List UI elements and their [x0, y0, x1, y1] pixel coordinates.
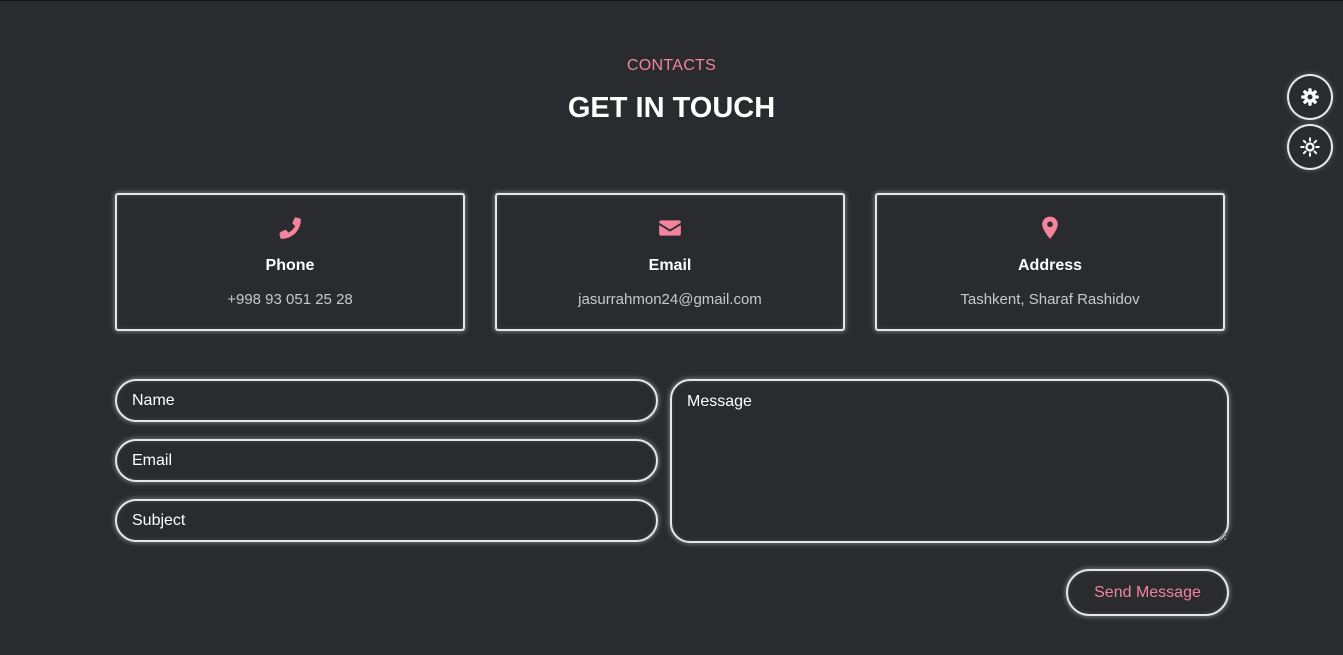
send-message-button[interactable]: Send Message: [1066, 569, 1229, 616]
subject-input[interactable]: [115, 499, 658, 542]
contact-card-email: Email jasurrahmon24@gmail.com: [495, 193, 845, 331]
phone-icon: [117, 215, 463, 241]
contact-card-address: Address Tashkent, Sharaf Rashidov: [875, 193, 1225, 331]
card-title: Phone: [265, 257, 315, 274]
gear-icon: [1300, 87, 1320, 107]
map-pin-icon: [877, 215, 1223, 241]
card-title: Address: [1017, 257, 1083, 274]
email-address: jasurrahmon24@gmail.com: [578, 291, 762, 308]
settings-button[interactable]: [1289, 76, 1331, 118]
address-text: Tashkent, Sharaf Rashidov: [960, 291, 1140, 308]
envelope-icon: [497, 215, 843, 241]
section-label: CONTACTS: [626, 57, 717, 74]
name-input[interactable]: [115, 379, 658, 422]
top-divider: [0, 0, 1343, 1]
phone-number: +998 93 051 25 28: [227, 291, 353, 308]
contact-card-phone: Phone +998 93 051 25 28: [115, 193, 465, 331]
section-title: GET IN TOUCH: [567, 92, 776, 124]
theme-toggle-button[interactable]: [1289, 126, 1331, 168]
email-input[interactable]: [115, 439, 658, 482]
message-textarea[interactable]: [670, 379, 1229, 543]
card-title: Email: [648, 257, 692, 274]
sun-icon: [1300, 137, 1320, 157]
